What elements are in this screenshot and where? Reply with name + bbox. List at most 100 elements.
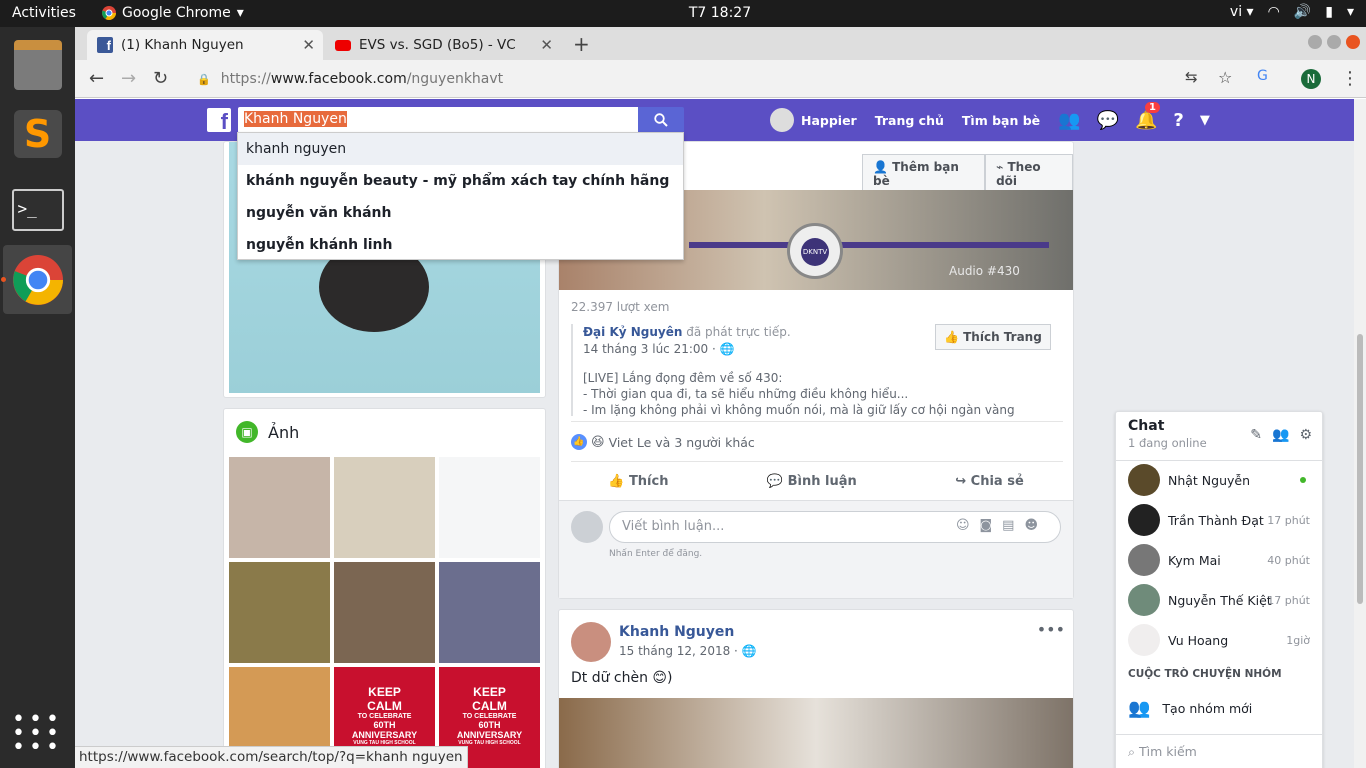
chat-contact[interactable]: Vu Hoang 1giờ — [1116, 620, 1322, 660]
reload-button[interactable]: ↻ — [153, 68, 168, 89]
photo-thumb[interactable] — [439, 457, 540, 558]
forward-button[interactable]: → — [121, 68, 136, 89]
scrollbar-thumb[interactable] — [1357, 334, 1363, 604]
chrome-icon — [12, 254, 63, 305]
address-bar[interactable]: 🔒 https://www.facebook.com/nguyenkhavt — [185, 65, 1185, 93]
account-menu-chevron-icon[interactable]: ▼ — [1200, 113, 1210, 128]
url-scheme: https:// — [220, 71, 271, 87]
photo-thumb[interactable] — [334, 562, 435, 663]
friend-requests-icon[interactable]: 👥 — [1058, 110, 1080, 131]
follow-button[interactable]: ⌁ Theo dõi — [985, 154, 1073, 194]
sublime-text-app[interactable]: S — [3, 99, 72, 168]
show-apps-button[interactable]: ••• ••• ••• — [3, 699, 72, 768]
profile-actions: 👤 Thêm bạn bè ⌁ Theo dõi — [862, 154, 1073, 194]
suggestion-item[interactable]: nguyễn khánh linh — [238, 229, 683, 261]
photo-thumb[interactable] — [334, 457, 435, 558]
wifi-icon[interactable]: ◠ — [1268, 4, 1280, 20]
minimize-button[interactable] — [1308, 35, 1322, 49]
post-date[interactable]: 15 tháng 12, 2018 · 🌐 — [619, 644, 757, 658]
create-new-group[interactable]: 👥 Tạo nhóm mới — [1128, 698, 1252, 719]
url-host: www.facebook.com — [270, 71, 407, 87]
search-input[interactable]: Khanh Nguyen — [238, 107, 638, 133]
share-button[interactable]: ↪ Chia sẻ — [955, 474, 1024, 489]
close-tab-icon[interactable]: ✕ — [540, 36, 553, 54]
suggestion-item[interactable]: khanh nguyen — [238, 133, 683, 165]
add-friend-button[interactable]: 👤 Thêm bạn bè — [862, 154, 986, 194]
online-dot — [1300, 477, 1306, 483]
reactions-summary[interactable]: 👍 😆 Viet Le và 3 người khác — [571, 434, 755, 450]
files-app[interactable] — [3, 30, 72, 99]
facebook-logo-icon[interactable]: f — [207, 108, 231, 134]
messenger-icon[interactable]: 💬 — [1097, 110, 1119, 131]
google-translate-icon[interactable]: G — [1257, 68, 1268, 84]
post-photo[interactable] — [559, 698, 1073, 768]
chat-contact[interactable]: Trần Thành Đạt 17 phút — [1116, 500, 1322, 540]
chat-contact[interactable]: Nguyễn Thế Kiệt 17 phút — [1116, 580, 1322, 620]
post-options-icon[interactable]: ••• — [1037, 620, 1065, 639]
terminal-app[interactable]: >_ — [3, 175, 72, 244]
photo-thumb[interactable] — [229, 457, 330, 558]
gnome-top-bar: Activities Google Chrome ▾ T7 18:27 vi ▾… — [0, 0, 1366, 27]
create-group-icon[interactable]: 👥 — [1272, 427, 1289, 443]
chat-contact[interactable]: Nhật Nguyễn — [1116, 460, 1322, 500]
haha-reaction-icon: 😆 — [591, 434, 605, 450]
tab-youtube[interactable]: EVS vs. SGD (Bo5) - VC ✕ — [325, 30, 561, 60]
grid-icon: ••• ••• ••• — [12, 706, 63, 760]
help-icon[interactable]: ? — [1173, 110, 1183, 131]
author-name[interactable]: Khanh Nguyen — [619, 624, 734, 640]
post-date[interactable]: 14 tháng 3 lúc 21:00 · 🌐 — [583, 342, 735, 356]
close-window-button[interactable] — [1346, 35, 1360, 49]
page-link[interactable]: Đại Kỷ Nguyên — [583, 325, 682, 339]
menu-dots-icon[interactable]: ⋮ — [1341, 68, 1359, 89]
app-menu[interactable]: Google Chrome ▾ — [102, 5, 244, 21]
avatar — [1128, 504, 1160, 536]
gear-icon[interactable]: ⚙ — [1299, 427, 1312, 443]
view-count: 22.397 lượt xem — [571, 300, 670, 314]
home-link[interactable]: Trang chủ — [875, 113, 944, 128]
close-tab-icon[interactable]: ✕ — [302, 36, 315, 54]
find-friends-link[interactable]: Tìm bạn bè — [962, 113, 1040, 128]
profile-avatar[interactable]: N — [1301, 69, 1321, 89]
search-button[interactable] — [638, 107, 684, 133]
comment-icon: 💬 — [766, 473, 784, 489]
activities-button[interactable]: Activities — [12, 5, 76, 21]
avatar — [1128, 464, 1160, 496]
like-page-button[interactable]: 👍 Thích Trang — [935, 324, 1051, 350]
notifications-icon[interactable]: 🔔 1 — [1135, 101, 1160, 131]
translate-icon[interactable]: ⇆ — [1185, 68, 1198, 86]
new-message-icon[interactable]: ✎ — [1250, 427, 1262, 443]
youtube-icon — [335, 39, 351, 51]
like-button[interactable]: 👍 Thích — [608, 474, 668, 489]
comment-tool-icons[interactable]: ☺◙▤☻ — [956, 518, 1048, 533]
chat-contact[interactable]: Kym Mai 40 phút — [1116, 540, 1322, 580]
suggestion-item[interactable]: khánh nguyễn beauty - mỹ phẩm xách tay c… — [238, 165, 683, 197]
tab-facebook[interactable]: f (1) Khanh Nguyen ✕ — [87, 30, 323, 60]
author-avatar[interactable] — [571, 622, 611, 662]
comment-input[interactable]: Viết bình luận... ☺◙▤☻ — [609, 511, 1061, 543]
back-button[interactable]: ← — [89, 68, 104, 89]
maximize-button[interactable] — [1327, 35, 1341, 49]
battery-icon[interactable]: ▮ — [1325, 4, 1333, 20]
post-text: [LIVE] Lắng đọng đêm về số 430: - Thời gi… — [583, 371, 1015, 417]
page-scrollbar[interactable] — [1354, 99, 1366, 768]
photos-title[interactable]: Ảnh — [268, 423, 299, 442]
profile-link[interactable]: Happier — [770, 108, 857, 132]
comment-area: Viết bình luận... ☺◙▤☻ Nhấn Enter để đăn… — [559, 500, 1073, 598]
avatar — [1128, 544, 1160, 576]
post-text: Dt dữ chèn 😊) — [571, 670, 673, 686]
new-tab-button[interactable]: + — [573, 32, 590, 56]
volume-icon[interactable]: 🔊 — [1294, 4, 1311, 20]
comment-button[interactable]: 💬 Bình luận — [767, 474, 857, 489]
chat-title: Chat — [1128, 418, 1165, 434]
audio-waveform — [689, 242, 1049, 248]
search-icon — [654, 113, 668, 127]
divider — [571, 421, 1063, 422]
input-language[interactable]: vi ▾ — [1230, 4, 1254, 20]
photo-thumb[interactable] — [229, 562, 330, 663]
chevron-down-icon[interactable]: ▾ — [1347, 4, 1354, 20]
bookmark-star-icon[interactable]: ☆ — [1218, 68, 1232, 87]
chat-search-input[interactable]: ⌕ Tìm kiếm — [1116, 734, 1322, 768]
suggestion-item[interactable]: nguyễn văn khánh — [238, 197, 683, 229]
chrome-app[interactable] — [3, 245, 72, 314]
photo-thumb[interactable] — [439, 562, 540, 663]
